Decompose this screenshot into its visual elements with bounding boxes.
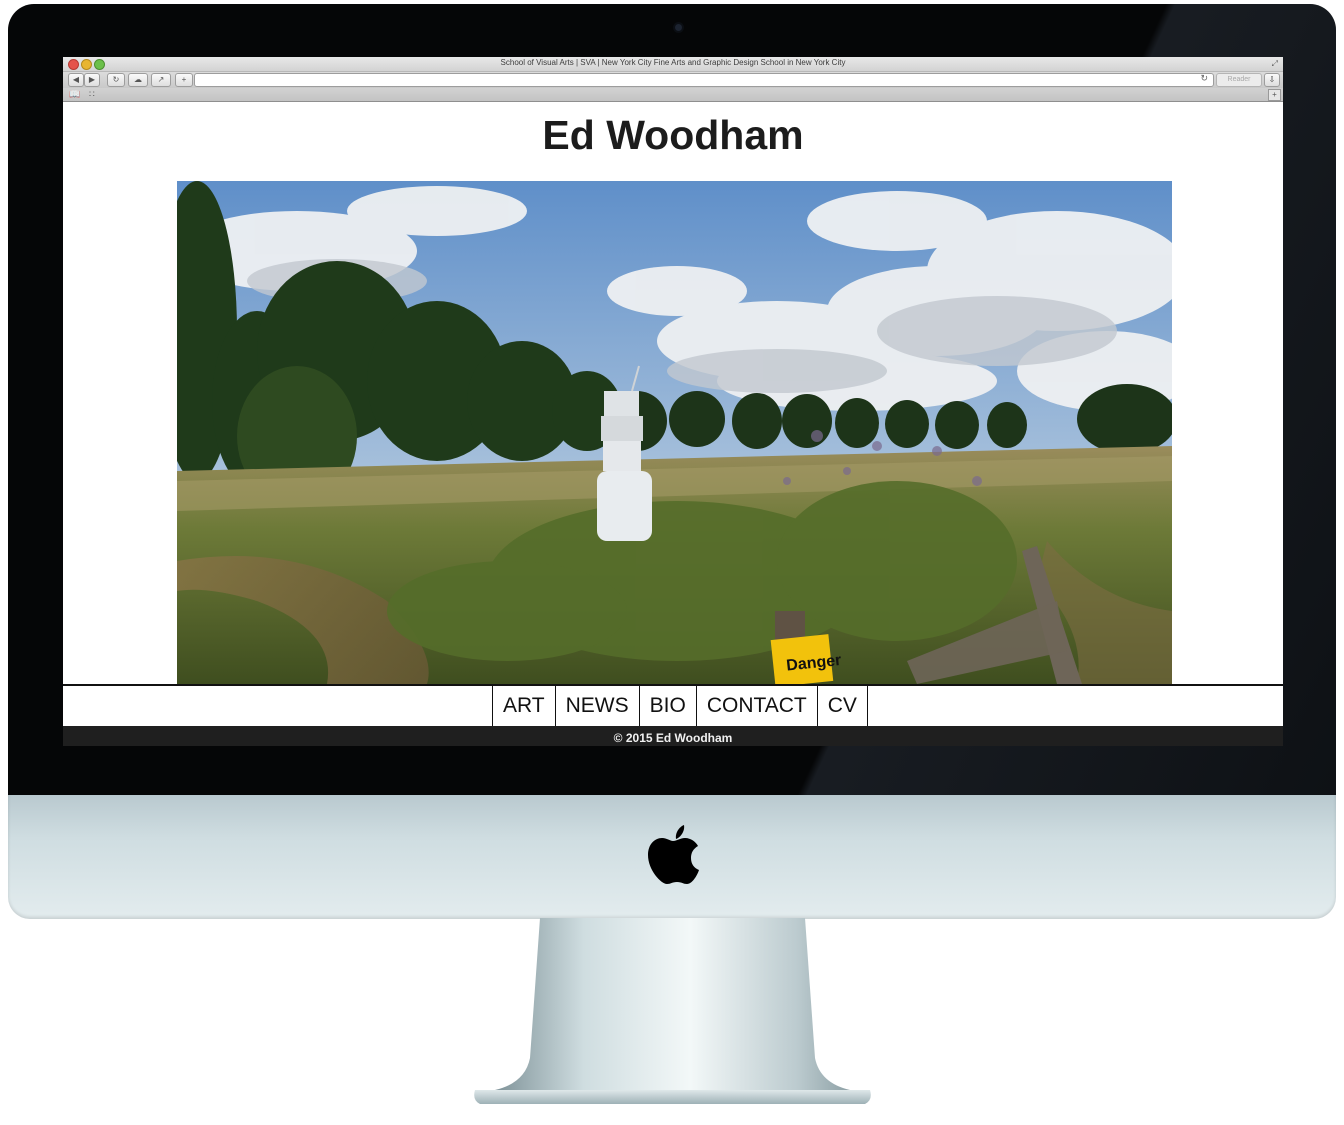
site-footer: © 2015 Ed Woodham: [63, 726, 1283, 746]
window-title: School of Visual Arts | SVA | New York C…: [500, 58, 846, 67]
title-bar: School of Visual Arts | SVA | New York C…: [63, 57, 1283, 72]
browser-window: School of Visual Arts | SVA | New York C…: [63, 57, 1283, 746]
nav-item-news[interactable]: NEWS: [554, 686, 639, 727]
forward-arrow-icon[interactable]: ▶: [84, 73, 100, 87]
nav-item-bio[interactable]: BIO: [638, 686, 696, 727]
share-icon[interactable]: ↗: [151, 73, 171, 87]
address-bar[interactable]: ↻: [194, 73, 1214, 87]
cloud-icon[interactable]: ☁: [128, 73, 148, 87]
grid-icon[interactable]: ∷: [89, 88, 95, 100]
nav-item-contact[interactable]: CONTACT: [695, 686, 817, 727]
download-icon[interactable]: ⇩: [1264, 73, 1280, 87]
book-icon[interactable]: 📖: [69, 88, 80, 100]
nav-item-art[interactable]: ART: [492, 686, 555, 727]
history-icon[interactable]: ↻: [107, 73, 125, 87]
nav-list: ART NEWS BIO CONTACT CV: [492, 686, 868, 727]
monitor-stand: [474, 918, 871, 1104]
back-arrow-icon[interactable]: ◀: [68, 73, 84, 87]
apple-logo-icon: [648, 825, 699, 884]
plus-icon[interactable]: +: [175, 73, 193, 87]
camera-icon: [675, 24, 682, 31]
browser-toolbar: ◀ ▶ ↻ ☁ ↗ + ↻ Reader ⇩: [63, 72, 1283, 88]
reload-icon[interactable]: ↻: [1200, 73, 1208, 84]
hero-photo: Danger: [177, 181, 1172, 684]
reader-button[interactable]: Reader: [1216, 73, 1262, 87]
nav-item-cv[interactable]: CV: [816, 686, 868, 727]
site-nav: ART NEWS BIO CONTACT CV: [63, 684, 1283, 728]
bookmarks-bar: 📖 ∷ +: [63, 88, 1283, 102]
site-title: Ed Woodham: [542, 112, 804, 158]
fullscreen-icon[interactable]: ⤢: [1272, 59, 1278, 68]
new-tab-button[interactable]: +: [1268, 89, 1281, 101]
